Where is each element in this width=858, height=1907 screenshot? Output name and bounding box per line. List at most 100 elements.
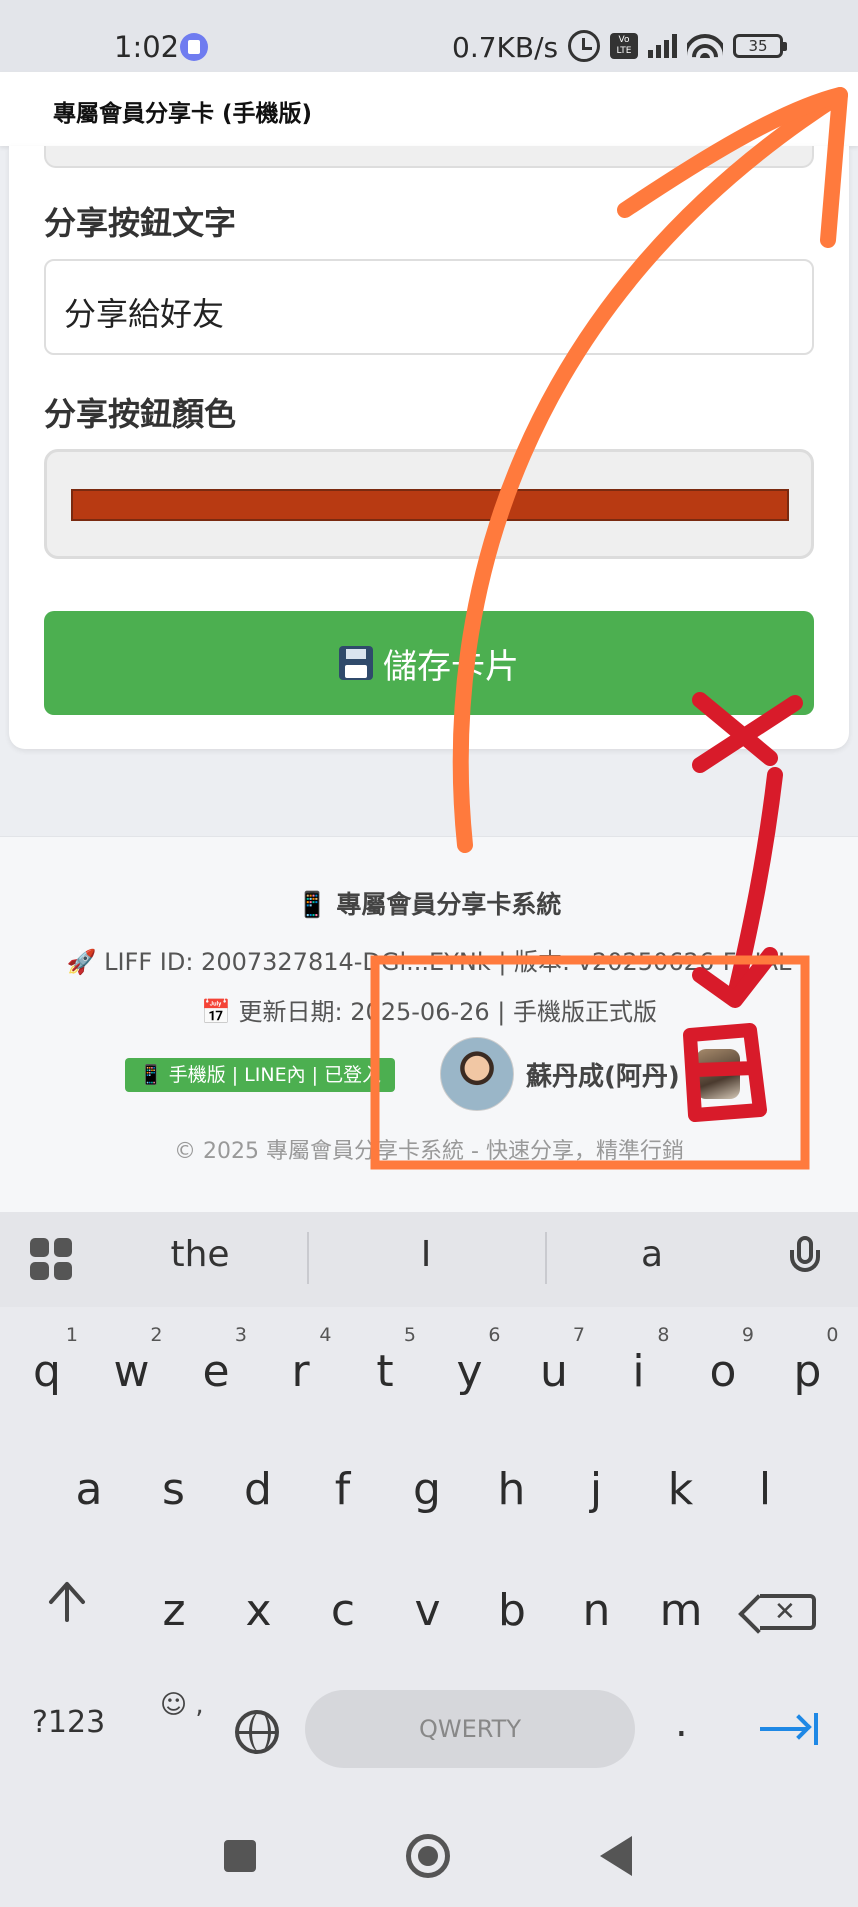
app-notification-icon bbox=[180, 33, 208, 61]
key-r[interactable]: r4 bbox=[266, 1322, 336, 1422]
key-f-label: f bbox=[334, 1464, 351, 1515]
key-p-number-hint: 0 bbox=[826, 1324, 839, 1346]
settings-card: 分享按鈕文字 分享給好友 分享按鈕顏色 儲存卡片 bbox=[9, 146, 849, 749]
key-a-label: a bbox=[75, 1464, 103, 1515]
liff-info: 🚀 LIFF ID: 2007327814-DGl...EYNk | 版本: v… bbox=[66, 948, 792, 976]
key-q-label: q bbox=[33, 1346, 61, 1397]
key-b[interactable]: b bbox=[477, 1561, 547, 1661]
key-m[interactable]: m bbox=[646, 1561, 716, 1661]
key-f[interactable]: f bbox=[308, 1440, 378, 1540]
key-a[interactable]: a bbox=[54, 1440, 124, 1540]
key-l-label: l bbox=[758, 1464, 772, 1515]
key-i-number-hint: 8 bbox=[657, 1324, 670, 1346]
globe-icon[interactable] bbox=[235, 1710, 279, 1754]
shift-icon[interactable] bbox=[45, 1580, 89, 1624]
apps-grid-icon[interactable] bbox=[30, 1238, 72, 1280]
chevron-right-icon[interactable]: › bbox=[802, 94, 811, 119]
key-o[interactable]: o9 bbox=[688, 1322, 758, 1422]
key-v-label: v bbox=[414, 1585, 441, 1636]
key-t[interactable]: t5 bbox=[350, 1322, 420, 1422]
key-p-label: p bbox=[793, 1346, 822, 1397]
key-z-label: z bbox=[162, 1585, 186, 1636]
system-title: 📱 專屬會員分享卡系統 bbox=[296, 890, 562, 919]
home-button[interactable] bbox=[406, 1834, 450, 1878]
key-o-label: o bbox=[709, 1346, 737, 1397]
user-info: 蘇丹成(阿丹) bbox=[440, 1037, 740, 1111]
copyright: © 2025 專屬會員分享卡系統 - 快速分享，精準行銷 bbox=[174, 1139, 684, 1164]
backspace-icon[interactable]: ✕ bbox=[760, 1594, 816, 1630]
key-u[interactable]: u7 bbox=[519, 1322, 589, 1422]
key-w-label: w bbox=[113, 1346, 150, 1397]
suggestion-divider bbox=[307, 1232, 309, 1284]
key-y-label: y bbox=[456, 1346, 483, 1397]
key-s[interactable]: s bbox=[139, 1440, 209, 1540]
symbols-key[interactable]: ?123 bbox=[32, 1705, 105, 1740]
key-y[interactable]: y6 bbox=[435, 1322, 505, 1422]
avatar bbox=[440, 1037, 514, 1111]
key-e-label: e bbox=[202, 1346, 230, 1397]
key-b-label: b bbox=[498, 1585, 526, 1636]
key-n[interactable]: n bbox=[562, 1561, 632, 1661]
wifi-icon bbox=[687, 32, 723, 60]
page-footer: 📱 專屬會員分享卡系統 🚀 LIFF ID: 2007327814-DGl...… bbox=[0, 836, 858, 1212]
key-z[interactable]: z bbox=[139, 1561, 209, 1661]
signal-icon bbox=[648, 34, 677, 58]
share-button-color-label: 分享按鈕顏色 bbox=[44, 395, 237, 433]
update-date: 📅 更新日期: 2025-06-26 | 手機版正式版 bbox=[200, 998, 658, 1026]
key-r-number-hint: 4 bbox=[319, 1324, 332, 1346]
key-i-label: i bbox=[632, 1346, 645, 1397]
save-card-button[interactable]: 儲存卡片 bbox=[44, 611, 814, 715]
user-thumbnail[interactable] bbox=[695, 1049, 740, 1099]
microphone-icon[interactable] bbox=[790, 1236, 820, 1284]
status-icons: Vo LTE 35 bbox=[568, 30, 787, 62]
key-t-label: t bbox=[376, 1346, 394, 1397]
key-i[interactable]: i8 bbox=[604, 1322, 674, 1422]
key-q-number-hint: 1 bbox=[65, 1324, 78, 1346]
key-w[interactable]: w2 bbox=[97, 1322, 167, 1422]
key-x-label: x bbox=[245, 1585, 272, 1636]
key-j[interactable]: j bbox=[561, 1440, 631, 1540]
clock: 1:02 bbox=[114, 30, 180, 64]
key-e-number-hint: 3 bbox=[234, 1324, 247, 1346]
key-v[interactable]: v bbox=[393, 1561, 463, 1661]
share-button-text-input[interactable]: 分享給好友 bbox=[44, 259, 814, 355]
suggestion-bar: the I a bbox=[0, 1212, 858, 1307]
key-c[interactable]: c bbox=[308, 1561, 378, 1661]
emoji-comma-key[interactable]: ☺ , bbox=[160, 1692, 204, 1718]
key-x[interactable]: x bbox=[224, 1561, 294, 1661]
share-button-text-label: 分享按鈕文字 bbox=[44, 204, 237, 242]
key-d-label: d bbox=[244, 1464, 272, 1515]
suggestion-1[interactable]: the bbox=[100, 1234, 300, 1275]
suggestion-2[interactable]: I bbox=[326, 1234, 526, 1275]
key-p[interactable]: p0 bbox=[773, 1322, 843, 1422]
key-y-number-hint: 6 bbox=[488, 1324, 501, 1346]
recent-apps-button[interactable] bbox=[224, 1840, 256, 1872]
previous-input-field[interactable] bbox=[44, 146, 814, 168]
key-w-number-hint: 2 bbox=[150, 1324, 163, 1346]
space-bar[interactable]: QWERTY bbox=[305, 1690, 635, 1768]
suggestion-3[interactable]: a bbox=[552, 1234, 752, 1275]
page-title: 專屬會員分享卡 (手機版) bbox=[53, 101, 313, 127]
battery-icon: 35 bbox=[733, 34, 787, 58]
status-bar: 1:02 0.7KB/s Vo LTE 35 bbox=[0, 0, 858, 72]
color-swatch bbox=[71, 489, 789, 521]
share-button-color-picker[interactable] bbox=[44, 449, 814, 559]
on-screen-keyboard: the I a bbox=[0, 1212, 858, 1907]
key-k[interactable]: k bbox=[646, 1440, 716, 1540]
key-d[interactable]: d bbox=[223, 1440, 293, 1540]
alarm-icon bbox=[568, 30, 600, 62]
enter-tab-icon[interactable] bbox=[760, 1713, 818, 1745]
key-m-label: m bbox=[659, 1585, 703, 1636]
key-h[interactable]: h bbox=[477, 1440, 547, 1540]
key-g[interactable]: g bbox=[392, 1440, 462, 1540]
status-badge: 📱 手機版 | LINE內 | 已登入 bbox=[125, 1058, 396, 1092]
key-j-label: j bbox=[589, 1464, 603, 1515]
key-e[interactable]: e3 bbox=[181, 1322, 251, 1422]
key-l[interactable]: l bbox=[730, 1440, 800, 1540]
key-h-label: h bbox=[497, 1464, 526, 1515]
key-q[interactable]: q1 bbox=[12, 1322, 82, 1422]
network-speed: 0.7KB/s bbox=[452, 31, 559, 64]
period-key[interactable]: . bbox=[675, 1700, 688, 1746]
floppy-disk-icon bbox=[339, 646, 373, 680]
back-button[interactable] bbox=[600, 1836, 632, 1876]
